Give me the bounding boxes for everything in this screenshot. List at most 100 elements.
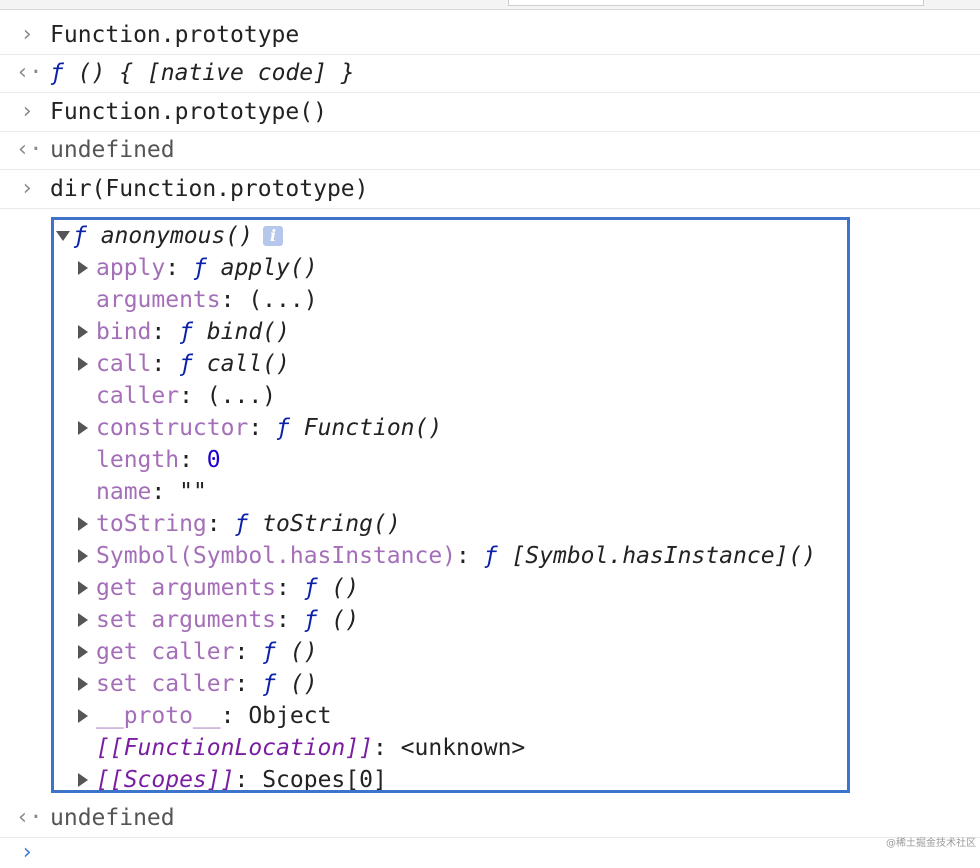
property-value: <unknown>: [400, 735, 526, 761]
console-input-text: Function.prototype: [50, 22, 300, 48]
function-signature: (): [317, 575, 360, 601]
console-filter-box[interactable]: [508, 0, 924, 6]
output-return-icon: ‹·: [16, 60, 43, 85]
property-separator: :: [151, 351, 180, 377]
tree-root-row[interactable]: ƒ anonymous() i: [54, 220, 284, 252]
property-separator: :: [151, 479, 180, 505]
function-signature: () { [native code] }: [63, 60, 355, 86]
function-signature: (): [276, 671, 318, 697]
output-return-icon: ‹·: [16, 805, 43, 830]
function-name: anonymous(): [86, 223, 254, 249]
info-icon[interactable]: i: [263, 226, 284, 246]
property-key: set caller: [96, 671, 235, 697]
collapsed-triangle-icon[interactable]: [78, 773, 88, 787]
property-key: name: [96, 479, 152, 505]
property-value: (...): [248, 287, 318, 313]
dir-output-highlight: ƒ anonymous() i apply: ƒ apply() arguments…: [51, 217, 850, 793]
collapsed-triangle-icon[interactable]: [78, 517, 88, 531]
function-f-icon: ƒ: [483, 543, 498, 569]
property-key: caller: [96, 383, 180, 409]
console-output-row: ‹· undefined: [0, 131, 980, 170]
collapsed-triangle-icon[interactable]: [78, 581, 88, 595]
console-output-text: undefined: [50, 805, 175, 831]
input-chevron-icon: ›: [20, 176, 34, 201]
property-value: (...): [206, 383, 277, 409]
console-input-row[interactable]: › dir(Function.prototype): [0, 170, 980, 209]
function-f-icon: ƒ: [303, 575, 318, 601]
property-key: get caller: [96, 639, 235, 665]
property-separator: :: [220, 287, 249, 313]
watermark-text: @稀土掘金技术社区: [886, 838, 976, 849]
console-output-row: ‹· ƒ () { [native code] }: [0, 54, 980, 93]
function-f-icon: ƒ: [50, 60, 64, 86]
property-key: set arguments: [96, 607, 277, 633]
collapsed-triangle-icon[interactable]: [78, 677, 88, 691]
input-chevron-icon: ›: [20, 99, 34, 124]
input-chevron-icon: ›: [20, 22, 34, 47]
property-key: call: [96, 351, 152, 377]
function-f-icon: ƒ: [73, 223, 87, 249]
property-key: constructor: [96, 415, 249, 441]
function-signature: [Symbol.hasInstance](): [497, 543, 817, 569]
collapsed-triangle-icon[interactable]: [78, 645, 88, 659]
console-input-text: Function.prototype(): [50, 99, 327, 125]
collapsed-triangle-icon[interactable]: [78, 549, 88, 563]
property-separator: :: [276, 607, 304, 633]
property-separator: :: [206, 511, 235, 537]
function-signature: (): [317, 607, 360, 633]
property-key: bind: [96, 319, 152, 345]
property-key: Symbol(Symbol.hasInstance): [96, 543, 457, 569]
function-f-icon: ƒ: [262, 671, 277, 697]
property-key: __proto__: [96, 703, 221, 729]
function-f-icon: ƒ: [179, 351, 193, 377]
property-value: Scopes[0]: [262, 767, 387, 793]
function-signature: (): [276, 639, 318, 665]
property-key: length: [96, 447, 180, 473]
console-input-row[interactable]: › Function.prototype(): [0, 93, 980, 132]
function-signature: bind(): [192, 319, 290, 345]
console-input-text: dir(Function.prototype): [50, 176, 369, 202]
collapsed-triangle-icon[interactable]: [78, 613, 88, 627]
property-separator: :: [151, 319, 180, 345]
collapsed-triangle-icon[interactable]: [78, 709, 88, 723]
function-f-icon: ƒ: [179, 319, 193, 345]
property-key: toString: [96, 511, 207, 537]
console-input-row[interactable]: › Function.prototype: [0, 16, 980, 55]
function-f-icon: ƒ: [303, 607, 318, 633]
property-separator: :: [234, 671, 263, 697]
property-separator: :: [276, 575, 304, 601]
expanded-triangle-icon[interactable]: [56, 231, 70, 241]
property-separator: :: [372, 735, 401, 761]
property-separator: :: [179, 447, 207, 473]
function-signature: call(): [192, 351, 290, 377]
property-value: Object: [248, 703, 332, 729]
collapsed-triangle-icon[interactable]: [78, 421, 88, 435]
property-separator: :: [248, 415, 277, 441]
property-separator: :: [456, 543, 484, 569]
collapsed-triangle-icon[interactable]: [78, 357, 88, 371]
function-f-icon: ƒ: [192, 255, 207, 281]
property-key: apply: [96, 255, 166, 281]
property-separator: :: [220, 703, 249, 729]
property-key: [[Scopes]]: [96, 767, 235, 793]
function-signature: Function(): [289, 415, 443, 441]
property-separator: :: [234, 639, 263, 665]
collapsed-triangle-icon[interactable]: [78, 325, 88, 339]
collapsed-triangle-icon[interactable]: [78, 261, 88, 275]
console-toolbar: [0, 0, 980, 10]
property-separator: :: [179, 383, 207, 409]
console-output-text: ƒ () { [native code] }: [50, 54, 355, 92]
property-key: arguments: [96, 287, 221, 313]
property-value: "": [179, 479, 207, 505]
function-f-icon: ƒ: [276, 415, 290, 441]
property-key: get arguments: [96, 575, 277, 601]
function-f-icon: ƒ: [262, 639, 277, 665]
console-output-row: ‹· undefined: [0, 799, 980, 838]
output-return-icon: ‹·: [16, 137, 43, 162]
console-output-text: undefined: [50, 137, 175, 163]
function-f-icon: ƒ: [234, 511, 249, 537]
property-key: [[FunctionLocation]]: [96, 735, 373, 761]
function-signature: toString(): [248, 511, 401, 537]
property-number-value: 0: [206, 447, 221, 473]
function-signature: apply(): [206, 255, 318, 281]
